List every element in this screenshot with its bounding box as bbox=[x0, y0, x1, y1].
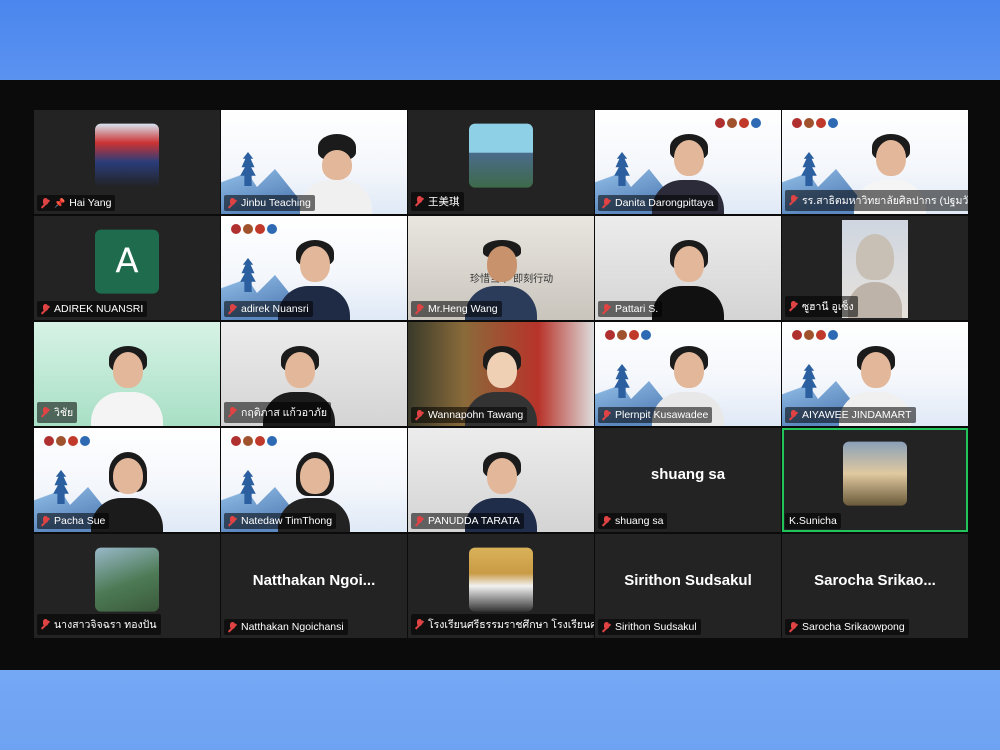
logo-row bbox=[792, 330, 838, 340]
mic-muted-icon bbox=[789, 621, 798, 633]
mic-muted-icon bbox=[789, 195, 798, 206]
mic-muted-icon bbox=[228, 197, 237, 209]
participant-tile-wang-meiqi[interactable]: 王美琪 bbox=[408, 110, 594, 214]
participant-video bbox=[652, 240, 724, 320]
participant-name-tag: Wannapohn Tawang bbox=[411, 407, 528, 423]
participant-name-tag: Mr.Heng Wang bbox=[411, 301, 502, 317]
mic-muted-icon bbox=[602, 621, 611, 633]
mic-muted-icon bbox=[41, 197, 50, 209]
participant-name-tag: ซูฮานี อูเซ็ง bbox=[785, 296, 858, 317]
participant-name-tag: 📌 Hai Yang bbox=[37, 195, 116, 211]
mic-muted-icon bbox=[602, 409, 611, 421]
logo-row bbox=[605, 330, 651, 340]
participant-display-name: shuang sa bbox=[650, 466, 726, 483]
participant-tile-plernpit[interactable]: Plernpit Kusawadee bbox=[595, 322, 781, 426]
participant-name-tag: วิชัย bbox=[37, 402, 78, 423]
logo-row bbox=[44, 436, 90, 446]
participant-tile-silpakorn-school[interactable]: รร.สาธิตมหาวิทยาลัยศิลปากร (ปฐมวัยและป..… bbox=[782, 110, 968, 214]
mic-muted-icon bbox=[602, 303, 611, 315]
participant-tile-kittipas[interactable]: กฤติภาส แก้วอาภัย bbox=[221, 322, 407, 426]
participant-name-tag: 王美琪 bbox=[411, 192, 464, 211]
participant-tile-jitchara[interactable]: นางสาวจิจฉรา ทองปัน bbox=[34, 534, 220, 638]
mic-muted-icon bbox=[41, 303, 50, 315]
mic-muted-icon bbox=[602, 515, 611, 527]
participant-tile-shuang-sa[interactable]: shuang sa shuang sa bbox=[595, 428, 781, 532]
participant-tile-natthakan[interactable]: Natthakan Ngoi... Natthakan Ngoichansi bbox=[221, 534, 407, 638]
participant-name-tag: Sirithon Sudsakul bbox=[598, 619, 701, 635]
mic-muted-icon bbox=[789, 409, 798, 421]
participant-display-name: Sarocha Srikao... bbox=[814, 572, 936, 589]
mic-muted-icon bbox=[228, 303, 237, 315]
mic-muted-icon bbox=[228, 621, 237, 633]
participant-name-tag: Sarocha Srikaowpong bbox=[785, 619, 909, 635]
mic-muted-icon bbox=[228, 407, 237, 418]
mic-muted-icon bbox=[789, 301, 798, 312]
participant-tile-wannapohn[interactable]: Wannapohn Tawang bbox=[408, 322, 594, 426]
participant-name-tag: K.Sunicha bbox=[785, 513, 841, 529]
participant-name-tag: Natedaw TimThong bbox=[224, 513, 337, 529]
gallery-grid: 📌 Hai Yang Jinbu Teaching 王美琪 Danita Dar… bbox=[34, 110, 970, 640]
mic-muted-icon bbox=[415, 515, 424, 527]
participant-name-tag: adirek Nuansri bbox=[224, 301, 313, 317]
participant-name-tag: Plernpit Kusawadee bbox=[598, 407, 713, 423]
mic-muted-icon bbox=[415, 196, 424, 207]
avatar bbox=[95, 123, 159, 188]
participant-tile-natedaw[interactable]: Natedaw TimThong bbox=[221, 428, 407, 532]
avatar bbox=[843, 441, 907, 506]
logo-row bbox=[231, 224, 277, 234]
mic-muted-icon bbox=[41, 515, 50, 527]
participant-video bbox=[91, 346, 163, 426]
participant-tile-sirithon[interactable]: Sirithon Sudsakul Sirithon Sudsakul bbox=[595, 534, 781, 638]
participant-tile-heng-wang[interactable]: 珍惜当下 即刻行动 Mr.Heng Wang bbox=[408, 216, 594, 320]
mic-muted-icon bbox=[41, 619, 50, 630]
participant-tile-suhani[interactable]: ซูฮานี อูเซ็ง bbox=[782, 216, 968, 320]
participant-tile-k-sunicha[interactable]: K.Sunicha bbox=[782, 428, 968, 532]
participant-name-tag: โรงเรียนศรีธรรมราชศึกษา โรงเรียนศรีธร... bbox=[411, 614, 594, 635]
mic-muted-icon bbox=[41, 407, 50, 418]
participant-tile-pattari[interactable]: Pattari S. bbox=[595, 216, 781, 320]
participant-display-name: Sirithon Sudsakul bbox=[624, 572, 752, 589]
mic-muted-icon bbox=[415, 409, 424, 421]
letter-avatar: A bbox=[95, 229, 159, 294]
participant-name-tag: AIYAWEE JINDAMART bbox=[785, 407, 916, 423]
participant-name-tag: Pacha Sue bbox=[37, 513, 110, 529]
participant-name-tag: shuang sa bbox=[598, 513, 668, 529]
participant-tile-panudda[interactable]: PANUDDA TARATA bbox=[408, 428, 594, 532]
participant-tile-jinbu-teaching[interactable]: Jinbu Teaching bbox=[221, 110, 407, 214]
avatar bbox=[95, 547, 159, 612]
participant-display-name: Natthakan Ngoi... bbox=[252, 572, 376, 589]
participant-name-tag: PANUDDA TARATA bbox=[411, 513, 524, 529]
participant-tile-danita[interactable]: Danita Darongpittaya bbox=[595, 110, 781, 214]
participant-name-tag: Pattari S. bbox=[598, 301, 663, 317]
participant-tile-sritham-school[interactable]: โรงเรียนศรีธรรมราชศึกษา โรงเรียนศรีธร... bbox=[408, 534, 594, 638]
pin-icon: 📌 bbox=[54, 197, 66, 208]
mic-muted-icon bbox=[602, 197, 611, 209]
mic-muted-icon bbox=[228, 515, 237, 527]
mic-muted-icon bbox=[415, 303, 424, 315]
participant-name-tag: รร.สาธิตมหาวิทยาลัยศิลปากร (ปฐมวัยและป..… bbox=[785, 190, 968, 211]
logo-row bbox=[715, 118, 761, 128]
mic-muted-icon bbox=[415, 619, 424, 630]
logo-row bbox=[231, 436, 277, 446]
participant-name-tag: นางสาวจิจฉรา ทองปัน bbox=[37, 614, 161, 635]
participant-tile-sarocha[interactable]: Sarocha Srikao... Sarocha Srikaowpong bbox=[782, 534, 968, 638]
logo-row bbox=[792, 118, 838, 128]
participant-tile-pacha-sue[interactable]: Pacha Sue bbox=[34, 428, 220, 532]
participant-name-tag: Danita Darongpittaya bbox=[598, 195, 718, 211]
avatar bbox=[469, 123, 533, 188]
participant-tile-adirek-nuansri[interactable]: adirek Nuansri bbox=[221, 216, 407, 320]
participant-tile-hai-yang[interactable]: 📌 Hai Yang bbox=[34, 110, 220, 214]
participant-name-tag: Natthakan Ngoichansi bbox=[224, 619, 348, 635]
participant-tile-aiyawee[interactable]: AIYAWEE JINDAMART bbox=[782, 322, 968, 426]
participant-name-tag: ADIREK NUANSRI bbox=[37, 301, 148, 317]
participant-tile-adirek-nuansri-upper[interactable]: A ADIREK NUANSRI bbox=[34, 216, 220, 320]
meeting-stage: 📌 Hai Yang Jinbu Teaching 王美琪 Danita Dar… bbox=[0, 80, 1000, 670]
participant-name-tag: กฤติภาส แก้วอาภัย bbox=[224, 402, 331, 423]
participant-tile-wichai[interactable]: วิชัย bbox=[34, 322, 220, 426]
participant-name-tag: Jinbu Teaching bbox=[224, 195, 315, 211]
avatar bbox=[469, 547, 533, 612]
